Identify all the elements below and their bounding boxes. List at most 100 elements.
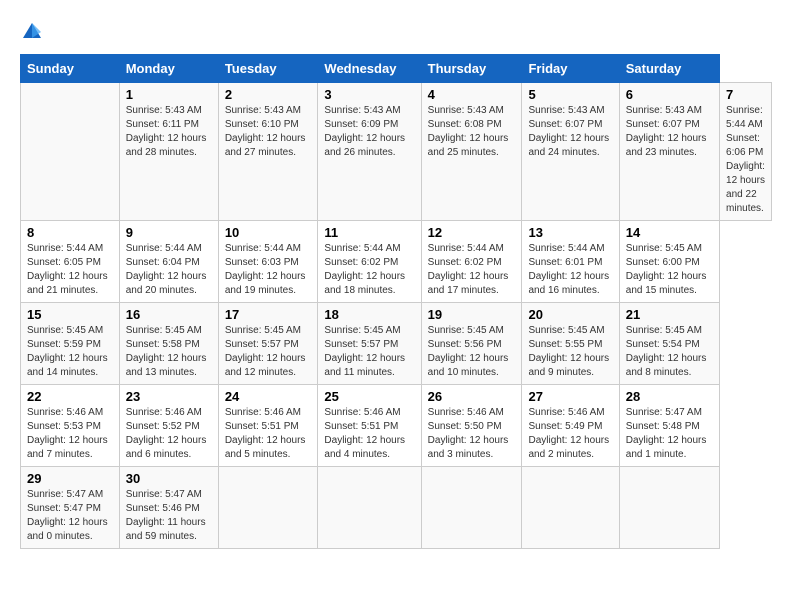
day-info-30: Sunrise: 5:47 AMSunset: 5:46 PMDaylight:… <box>126 488 212 544</box>
day-number-17: 17 <box>225 307 312 322</box>
day-number-23: 23 <box>126 389 212 404</box>
header-sunday: Sunday <box>21 55 120 83</box>
day-number-21: 21 <box>626 307 713 322</box>
day-number-30: 30 <box>126 471 212 486</box>
day-info-1: Sunrise: 5:43 AMSunset: 6:11 PMDaylight:… <box>126 104 212 160</box>
day-cell-1: 1 Sunrise: 5:43 AMSunset: 6:11 PMDaylight… <box>119 83 218 221</box>
header-thursday: Thursday <box>421 55 522 83</box>
day-number-4: 4 <box>428 87 516 102</box>
day-cell-28: 28 Sunrise: 5:47 AMSunset: 5:48 PMDayligh… <box>619 385 719 467</box>
day-cell-30: 30 Sunrise: 5:47 AMSunset: 5:46 PMDayligh… <box>119 467 218 549</box>
day-number-26: 26 <box>428 389 516 404</box>
day-cell-11: 11 Sunrise: 5:44 AMSunset: 6:02 PMDayligh… <box>318 221 421 303</box>
day-info-5: Sunrise: 5:43 AMSunset: 6:07 PMDaylight:… <box>528 104 612 160</box>
day-info-9: Sunrise: 5:44 AMSunset: 6:04 PMDaylight:… <box>126 242 212 298</box>
header-wednesday: Wednesday <box>318 55 421 83</box>
day-number-10: 10 <box>225 225 312 240</box>
day-cell-17: 17 Sunrise: 5:45 AMSunset: 5:57 PMDayligh… <box>218 303 318 385</box>
logo <box>20 20 48 44</box>
day-number-19: 19 <box>428 307 516 322</box>
header-saturday: Saturday <box>619 55 719 83</box>
day-number-5: 5 <box>528 87 612 102</box>
day-info-22: Sunrise: 5:46 AMSunset: 5:53 PMDaylight:… <box>27 406 113 462</box>
day-info-11: Sunrise: 5:44 AMSunset: 6:02 PMDaylight:… <box>324 242 414 298</box>
empty-cell <box>318 467 421 549</box>
day-cell-26: 26Sunrise: 5:46 AMSunset: 5:50 PMDayligh… <box>421 385 522 467</box>
header <box>20 20 772 44</box>
day-cell-29: 29Sunrise: 5:47 AMSunset: 5:47 PMDayligh… <box>21 467 120 549</box>
day-number-18: 18 <box>324 307 414 322</box>
day-cell-24: 24 Sunrise: 5:46 AMSunset: 5:51 PMDayligh… <box>218 385 318 467</box>
day-cell-4: 4 Sunrise: 5:43 AMSunset: 6:08 PMDaylight… <box>421 83 522 221</box>
day-number-15: 15 <box>27 307 113 322</box>
day-number-25: 25 <box>324 389 414 404</box>
empty-cell <box>619 467 719 549</box>
day-cell-20: 20Sunrise: 5:45 AMSunset: 5:55 PMDayligh… <box>522 303 619 385</box>
day-info-20: Sunrise: 5:45 AMSunset: 5:55 PMDaylight:… <box>528 324 612 380</box>
day-number-16: 16 <box>126 307 212 322</box>
day-info-17: Sunrise: 5:45 AMSunset: 5:57 PMDaylight:… <box>225 324 312 380</box>
day-info-19: Sunrise: 5:45 AMSunset: 5:56 PMDaylight:… <box>428 324 516 380</box>
day-number-12: 12 <box>428 225 516 240</box>
day-cell-18: 18 Sunrise: 5:45 AMSunset: 5:57 PMDayligh… <box>318 303 421 385</box>
day-info-8: Sunrise: 5:44 AMSunset: 6:05 PMDaylight:… <box>27 242 113 298</box>
day-number-14: 14 <box>626 225 713 240</box>
day-cell-3: 3 Sunrise: 5:43 AMSunset: 6:09 PMDaylight… <box>318 83 421 221</box>
day-cell-10: 10 Sunrise: 5:44 AMSunset: 6:03 PMDayligh… <box>218 221 318 303</box>
day-number-7: 7 <box>726 87 765 102</box>
day-cell-8: 8 Sunrise: 5:44 AMSunset: 6:05 PMDaylight… <box>21 221 120 303</box>
day-number-1: 1 <box>126 87 212 102</box>
week-row-4: 22 Sunrise: 5:46 AMSunset: 5:53 PMDayligh… <box>21 385 772 467</box>
day-cell-6: 6 Sunrise: 5:43 AMSunset: 6:07 PMDaylight… <box>619 83 719 221</box>
day-number-6: 6 <box>626 87 713 102</box>
day-info-25: Sunrise: 5:46 AMSunset: 5:51 PMDaylight:… <box>324 406 414 462</box>
day-info-6: Sunrise: 5:43 AMSunset: 6:07 PMDaylight:… <box>626 104 713 160</box>
day-info-24: Sunrise: 5:46 AMSunset: 5:51 PMDaylight:… <box>225 406 312 462</box>
day-info-14: Sunrise: 5:45 AMSunset: 6:00 PMDaylight:… <box>626 242 713 298</box>
day-info-4: Sunrise: 5:43 AMSunset: 6:08 PMDaylight:… <box>428 104 516 160</box>
day-cell-27: 27Sunrise: 5:46 AMSunset: 5:49 PMDayligh… <box>522 385 619 467</box>
empty-cell <box>21 83 120 221</box>
week-row-3: 15Sunrise: 5:45 AMSunset: 5:59 PMDayligh… <box>21 303 772 385</box>
day-info-13: Sunrise: 5:44 AMSunset: 6:01 PMDaylight:… <box>528 242 612 298</box>
empty-cell <box>218 467 318 549</box>
day-cell-7: 7 Sunrise: 5:44 AMSunset: 6:06 PMDaylight… <box>720 83 772 221</box>
day-cell-12: 12 Sunrise: 5:44 AMSunset: 6:02 PMDayligh… <box>421 221 522 303</box>
day-cell-9: 9 Sunrise: 5:44 AMSunset: 6:04 PMDaylight… <box>119 221 218 303</box>
day-info-21: Sunrise: 5:45 AMSunset: 5:54 PMDaylight:… <box>626 324 713 380</box>
week-row-2: 8 Sunrise: 5:44 AMSunset: 6:05 PMDaylight… <box>21 221 772 303</box>
day-cell-19: 19 Sunrise: 5:45 AMSunset: 5:56 PMDayligh… <box>421 303 522 385</box>
day-cell-25: 25 Sunrise: 5:46 AMSunset: 5:51 PMDayligh… <box>318 385 421 467</box>
header-monday: Monday <box>119 55 218 83</box>
day-info-3: Sunrise: 5:43 AMSunset: 6:09 PMDaylight:… <box>324 104 414 160</box>
day-cell-15: 15Sunrise: 5:45 AMSunset: 5:59 PMDayligh… <box>21 303 120 385</box>
day-number-2: 2 <box>225 87 312 102</box>
calendar-table: SundayMondayTuesdayWednesdayThursdayFrid… <box>20 54 772 549</box>
day-cell-13: 13 Sunrise: 5:44 AMSunset: 6:01 PMDayligh… <box>522 221 619 303</box>
day-info-18: Sunrise: 5:45 AMSunset: 5:57 PMDaylight:… <box>324 324 414 380</box>
logo-icon <box>20 20 44 44</box>
day-cell-14: 14 Sunrise: 5:45 AMSunset: 6:00 PMDayligh… <box>619 221 719 303</box>
day-number-22: 22 <box>27 389 113 404</box>
day-number-13: 13 <box>528 225 612 240</box>
week-row-1: 1 Sunrise: 5:43 AMSunset: 6:11 PMDaylight… <box>21 83 772 221</box>
day-info-23: Sunrise: 5:46 AMSunset: 5:52 PMDaylight:… <box>126 406 212 462</box>
day-number-28: 28 <box>626 389 713 404</box>
day-cell-22: 22 Sunrise: 5:46 AMSunset: 5:53 PMDayligh… <box>21 385 120 467</box>
day-number-11: 11 <box>324 225 414 240</box>
empty-cell <box>421 467 522 549</box>
day-info-12: Sunrise: 5:44 AMSunset: 6:02 PMDaylight:… <box>428 242 516 298</box>
day-number-24: 24 <box>225 389 312 404</box>
calendar-header-row: SundayMondayTuesdayWednesdayThursdayFrid… <box>21 55 772 83</box>
day-number-8: 8 <box>27 225 113 240</box>
day-number-9: 9 <box>126 225 212 240</box>
day-info-10: Sunrise: 5:44 AMSunset: 6:03 PMDaylight:… <box>225 242 312 298</box>
day-info-7: Sunrise: 5:44 AMSunset: 6:06 PMDaylight:… <box>726 104 765 216</box>
header-tuesday: Tuesday <box>218 55 318 83</box>
day-number-3: 3 <box>324 87 414 102</box>
day-info-28: Sunrise: 5:47 AMSunset: 5:48 PMDaylight:… <box>626 406 713 462</box>
day-cell-21: 21 Sunrise: 5:45 AMSunset: 5:54 PMDayligh… <box>619 303 719 385</box>
empty-cell <box>522 467 619 549</box>
day-cell-2: 2Sunrise: 5:43 AMSunset: 6:10 PMDaylight… <box>218 83 318 221</box>
day-cell-16: 16Sunrise: 5:45 AMSunset: 5:58 PMDayligh… <box>119 303 218 385</box>
